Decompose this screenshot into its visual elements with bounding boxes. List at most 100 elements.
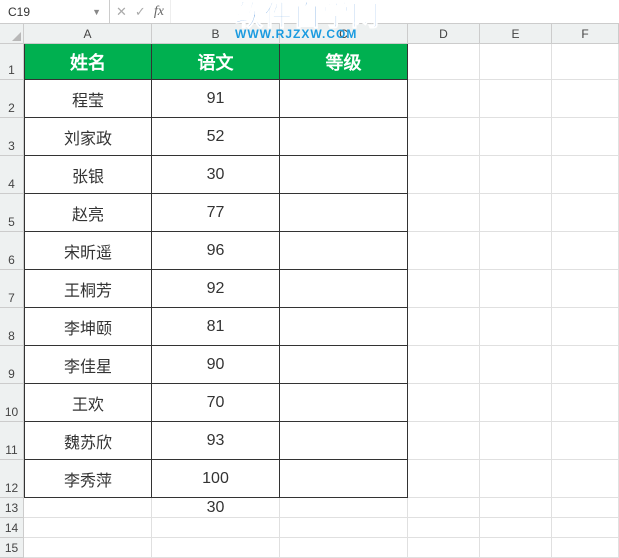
cell-name[interactable]: 程莹 [24,80,152,118]
cell[interactable] [408,460,480,498]
cell-grade[interactable] [280,384,408,422]
cell-grade[interactable] [280,270,408,308]
col-header-a[interactable]: A [24,24,152,44]
cell[interactable] [552,232,619,270]
cell[interactable] [552,538,619,558]
cell[interactable] [24,538,152,558]
cell-grade[interactable] [280,232,408,270]
cell[interactable] [480,270,552,308]
cell-grade[interactable] [280,194,408,232]
cell[interactable] [24,518,152,538]
col-header-d[interactable]: D [408,24,480,44]
cell[interactable] [408,518,480,538]
cell[interactable] [480,156,552,194]
cell[interactable] [552,498,619,518]
cell-chinese[interactable]: 100 [152,460,280,498]
cell[interactable] [408,156,480,194]
cell[interactable] [408,232,480,270]
cell-chinese[interactable]: 52 [152,118,280,156]
cell[interactable] [480,44,552,80]
cell-chinese[interactable]: 90 [152,346,280,384]
row-header[interactable]: 10 [0,384,24,422]
cell[interactable] [480,194,552,232]
cell-grade[interactable] [280,460,408,498]
cell[interactable] [408,346,480,384]
cell[interactable] [552,270,619,308]
col-header-e[interactable]: E [480,24,552,44]
row-header[interactable]: 15 [0,538,24,558]
header-name[interactable]: 姓名 [24,44,152,80]
cell[interactable] [552,44,619,80]
row-header[interactable]: 14 [0,518,24,538]
cell[interactable] [552,80,619,118]
col-header-c[interactable]: C [280,24,408,44]
header-grade[interactable]: 等级 [280,44,408,80]
cell-name[interactable]: 赵亮 [24,194,152,232]
cell[interactable] [408,422,480,460]
cell[interactable] [480,80,552,118]
row-header[interactable]: 1 [0,44,24,80]
cell-name[interactable]: 魏苏欣 [24,422,152,460]
cell[interactable] [480,384,552,422]
col-header-f[interactable]: F [552,24,619,44]
cell-chinese[interactable]: 81 [152,308,280,346]
cell-chinese[interactable]: 77 [152,194,280,232]
row-header[interactable]: 5 [0,194,24,232]
cell[interactable] [552,518,619,538]
cell[interactable] [408,384,480,422]
cell[interactable] [552,384,619,422]
row-header[interactable]: 12 [0,460,24,498]
cell[interactable] [408,44,480,80]
row-header[interactable]: 3 [0,118,24,156]
cell[interactable] [552,460,619,498]
row-header[interactable]: 13 [0,498,24,518]
cell[interactable] [480,118,552,156]
cell[interactable] [552,156,619,194]
cancel-icon[interactable]: ✕ [116,4,127,20]
cell[interactable] [408,194,480,232]
cell[interactable] [24,498,152,518]
cell-chinese[interactable]: 96 [152,232,280,270]
cell-chinese[interactable]: 70 [152,384,280,422]
col-header-b[interactable]: B [152,24,280,44]
cell[interactable] [280,498,408,518]
cell[interactable] [480,232,552,270]
cell-name[interactable]: 刘家政 [24,118,152,156]
cell[interactable] [280,518,408,538]
cell-name[interactable]: 李秀萍 [24,460,152,498]
name-box[interactable]: C19 [4,5,88,19]
fx-icon[interactable]: fx [154,4,164,20]
cell-name[interactable]: 王桐芳 [24,270,152,308]
cell[interactable] [408,80,480,118]
row-header[interactable]: 7 [0,270,24,308]
row-header[interactable]: 4 [0,156,24,194]
cell[interactable] [408,538,480,558]
cell-b13[interactable]: 30 [152,498,280,518]
cell[interactable] [152,538,280,558]
cell[interactable] [552,346,619,384]
confirm-icon[interactable]: ✓ [135,4,146,20]
row-header[interactable]: 2 [0,80,24,118]
cell[interactable] [480,518,552,538]
cell-name[interactable]: 李坤颐 [24,308,152,346]
cell-name[interactable]: 李佳星 [24,346,152,384]
cell[interactable] [552,308,619,346]
cell[interactable] [480,308,552,346]
row-header[interactable]: 6 [0,232,24,270]
cell[interactable] [480,422,552,460]
cell-grade[interactable] [280,156,408,194]
cell-grade[interactable] [280,346,408,384]
cell[interactable] [552,422,619,460]
select-all-corner[interactable] [0,24,24,44]
cell[interactable] [408,498,480,518]
cell[interactable] [280,538,408,558]
cell-grade[interactable] [280,80,408,118]
cell-grade[interactable] [280,308,408,346]
cell-name[interactable]: 宋昕遥 [24,232,152,270]
cell[interactable] [480,498,552,518]
cell[interactable] [480,460,552,498]
cell[interactable] [408,118,480,156]
chevron-down-icon[interactable]: ▼ [88,7,105,17]
header-chinese[interactable]: 语文 [152,44,280,80]
cell-chinese[interactable]: 91 [152,80,280,118]
